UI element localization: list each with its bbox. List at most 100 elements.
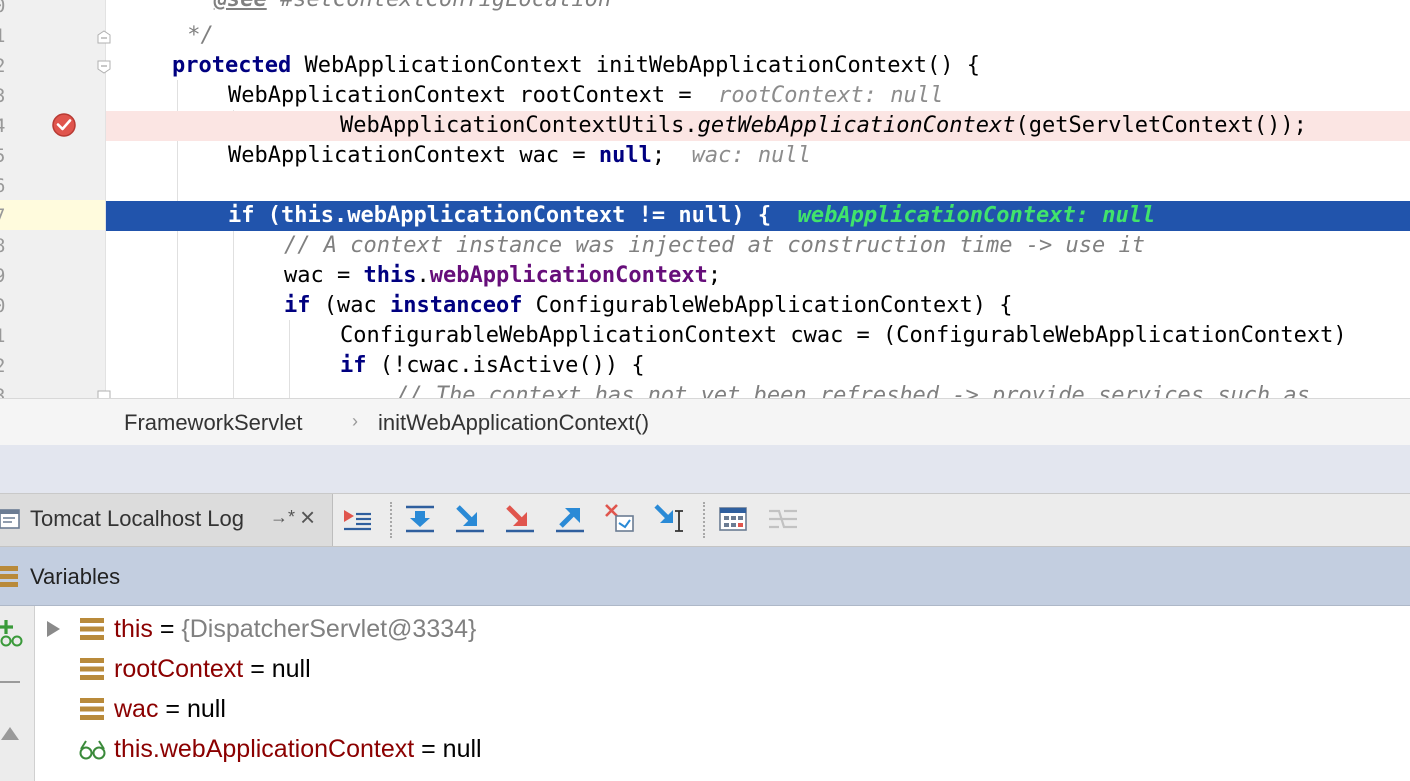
panel-splitter[interactable] — [0, 445, 1410, 494]
line-number: 0 — [0, 0, 8, 21]
breadcrumb: FrameworkServlet › initWebApplicationCon… — [0, 398, 1410, 446]
keyword: instanceof — [389, 293, 523, 318]
keyword: null — [678, 203, 732, 228]
editor-gutter[interactable]: 0 1 2 3 4 5 6 7 8 9 0 1 2 3 — [0, 0, 111, 398]
line-number: 0 — [0, 291, 8, 321]
watch-row-webapplicationcontext[interactable]: this.webApplicationContext = null — [0, 729, 1410, 769]
code-line[interactable]: * @see #setContextConfigLocation — [106, 0, 1410, 15]
debugger-toolbar: Tomcat Localhost Log →* × — [0, 494, 1410, 547]
line-number: 7 — [0, 201, 8, 231]
step-out-icon[interactable] — [553, 502, 587, 536]
field-icon — [80, 658, 104, 680]
code-line[interactable]: wac = this.webApplicationContext; — [106, 261, 1410, 291]
comment-text: // The context has not yet been refreshe… — [396, 383, 1310, 398]
breakpoint-line[interactable]: WebApplicationContextUtils.getWebApplica… — [106, 111, 1410, 141]
comment-text: * — [174, 0, 214, 12]
line-number: 3 — [0, 381, 8, 398]
current-line-gutter-highlight — [0, 200, 105, 230]
variables-header: Variables — [0, 547, 1410, 606]
comment-text: #setContextConfigLocation — [267, 0, 611, 12]
tab-tomcat-localhost-log[interactable]: Tomcat Localhost Log →* × — [0, 494, 333, 546]
variable-row-wac[interactable]: wac = null — [0, 689, 1410, 729]
variable-name: wac — [114, 695, 159, 723]
code-text: wac = — [284, 263, 364, 288]
breadcrumb-class[interactable]: FrameworkServlet — [124, 410, 302, 436]
inline-debug-value: wac: null — [691, 143, 811, 168]
variable-row-this[interactable]: this = {DispatcherServlet@3334} — [0, 609, 1410, 649]
field-icon — [80, 698, 104, 720]
inline-debug-value: webApplicationContext: null — [797, 203, 1156, 228]
keyword: if — [284, 293, 311, 318]
code-line[interactable]: WebApplicationContext rootContext = root… — [106, 81, 1410, 111]
code-text: . — [416, 263, 430, 288]
variable-equals: = — [152, 615, 182, 643]
code-text: WebApplicationContext rootContext = — [228, 83, 705, 108]
variable-equals: = — [158, 695, 187, 723]
keyword: this — [363, 263, 417, 288]
keyword: null — [598, 143, 652, 168]
run-to-cursor-icon[interactable] — [653, 502, 687, 536]
step-into-icon[interactable] — [453, 502, 487, 536]
keyword: if — [228, 203, 255, 228]
code-line[interactable]: if (!cwac.isActive()) { — [106, 351, 1410, 381]
code-text: ConfigurableWebApplicationContext cwac =… — [340, 323, 1347, 348]
line-number: 1 — [0, 321, 8, 351]
step-over-icon[interactable] — [403, 502, 437, 536]
code-text: .webApplicationContext != — [333, 203, 679, 228]
variables-icon — [0, 566, 18, 587]
keyword: if — [340, 353, 367, 378]
variable-value: null — [271, 655, 311, 683]
code-line[interactable]: WebApplicationContext wac = null; wac: n… — [106, 141, 1410, 171]
tab-label: Tomcat Localhost Log — [30, 506, 245, 531]
code-text: (wac — [310, 293, 390, 318]
code-text: WebApplicationContext initWebApplication… — [291, 53, 980, 78]
variable-equals: = — [414, 735, 443, 763]
code-text: (!cwac.isActive()) { — [366, 353, 645, 378]
line-number: 3 — [0, 81, 8, 111]
log-console-icon — [0, 509, 20, 529]
pin-tab-icon[interactable]: →* — [270, 507, 295, 528]
field-icon — [80, 618, 104, 640]
code-line[interactable]: // A context instance was injected at co… — [106, 231, 1410, 261]
expand-arrow-icon[interactable] — [44, 620, 62, 638]
variable-equals: = — [243, 655, 272, 683]
trace-icon[interactable] — [766, 502, 800, 536]
close-tab-icon[interactable]: × — [300, 502, 315, 533]
code-editor[interactable]: 0 1 2 3 4 5 6 7 8 9 0 1 2 3 * @see #setC… — [0, 0, 1410, 398]
code-line[interactable]: // The context has not yet been refreshe… — [106, 381, 1410, 398]
code-line[interactable]: ConfigurableWebApplicationContext cwac =… — [106, 321, 1410, 351]
code-line[interactable]: protected WebApplicationContext initWebA… — [106, 51, 1410, 81]
code-text: WebApplicationContext wac = — [228, 143, 599, 168]
code-text: ; — [651, 143, 666, 168]
variable-value: {DispatcherServlet@3334} — [181, 615, 477, 643]
line-number: 6 — [0, 171, 8, 201]
code-line[interactable]: */ — [106, 21, 1410, 51]
breakpoint-icon[interactable] — [51, 112, 77, 138]
variables-title: Variables — [30, 564, 121, 589]
line-number: 9 — [0, 261, 8, 291]
variable-name: this — [114, 615, 153, 643]
toolbar-separator — [703, 502, 705, 538]
evaluate-expression-icon[interactable] — [716, 502, 750, 536]
force-step-into-icon[interactable] — [503, 502, 537, 536]
toolbar-separator — [390, 502, 392, 538]
code-text: ( — [254, 203, 281, 228]
variable-row-rootcontext[interactable]: rootContext = null — [0, 649, 1410, 689]
field-reference: webApplicationContext — [429, 263, 708, 288]
watch-glasses-icon — [79, 740, 106, 760]
current-execution-line[interactable]: if (this.webApplicationContext != null) … — [106, 201, 1410, 231]
variable-value: null — [186, 695, 226, 723]
comment-text: */ — [174, 23, 214, 48]
line-number: 5 — [0, 141, 8, 171]
breadcrumb-method[interactable]: initWebApplicationContext() — [378, 410, 649, 436]
line-number: 4 — [0, 111, 8, 141]
variable-value: null — [442, 735, 482, 763]
variable-name: rootContext — [114, 655, 244, 683]
code-text: WebApplicationContextUtils. — [340, 113, 698, 138]
line-number: 2 — [0, 351, 8, 381]
show-execution-point-icon[interactable] — [340, 502, 374, 536]
drop-frame-icon[interactable] — [603, 502, 637, 536]
code-line[interactable]: if (wac instanceof ConfigurableWebApplic… — [106, 291, 1410, 321]
breadcrumb-separator: › — [352, 411, 358, 431]
code-text: ConfigurableWebApplicationContext) { — [522, 293, 1013, 318]
